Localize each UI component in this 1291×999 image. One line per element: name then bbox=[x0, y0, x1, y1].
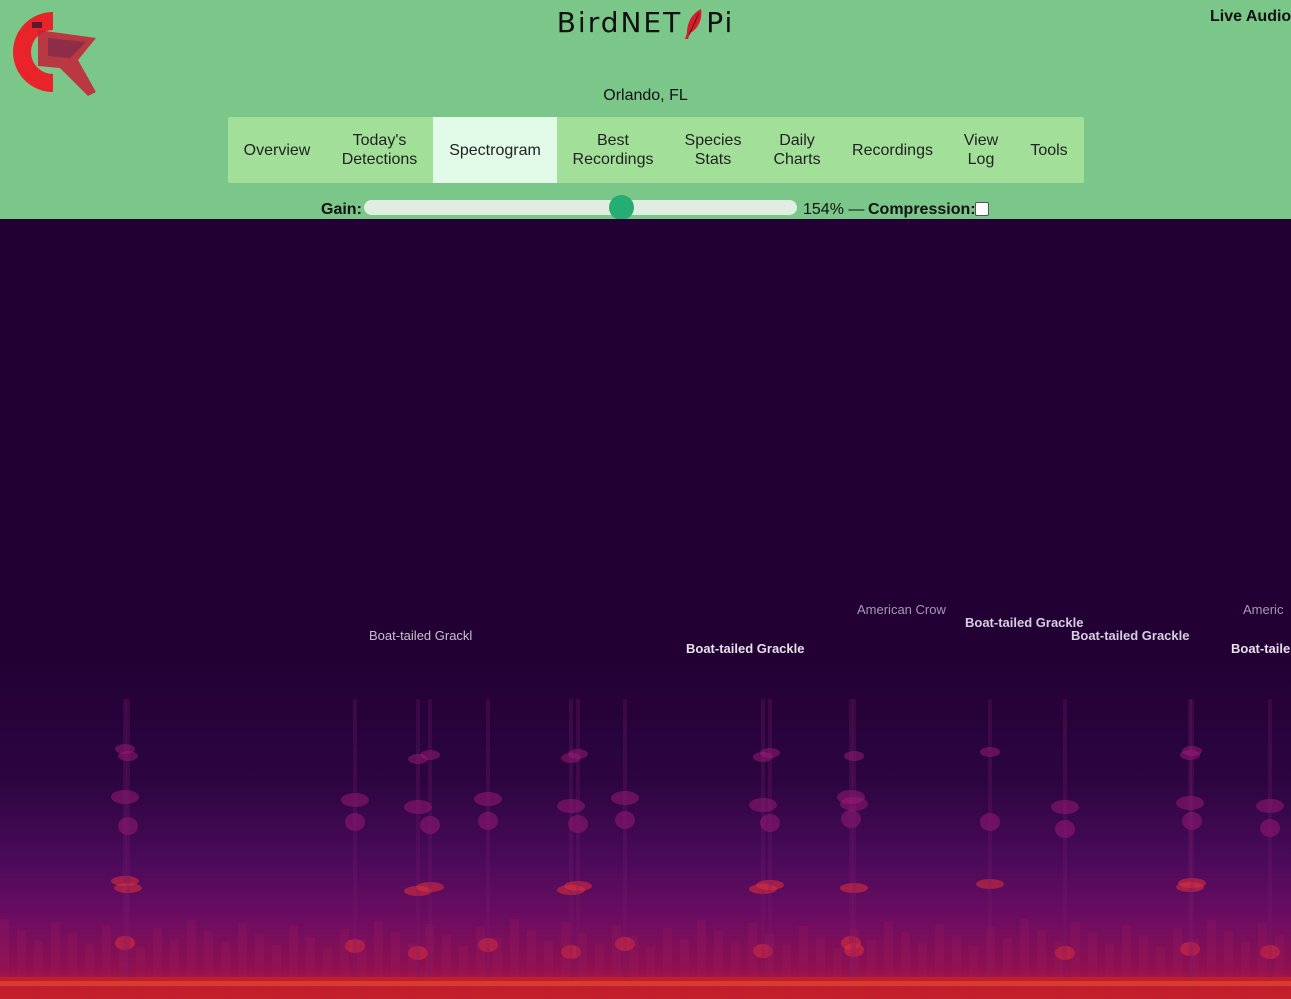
nav-item-label: Daily bbox=[779, 132, 815, 149]
main-nav: Overview Today's Detections Spectrogram Best… bbox=[228, 117, 1084, 183]
detection-label: Boat-tailed Grackle bbox=[1071, 628, 1190, 643]
nav-item-label: Detections bbox=[341, 151, 418, 168]
gain-value: 154% — bbox=[803, 201, 865, 218]
compression-label: Compression: bbox=[868, 201, 976, 218]
nav-item-6[interactable]: Recordings bbox=[837, 117, 948, 183]
header: BirdNET Pi Live Audio Orlando, FL Overvie… bbox=[0, 0, 1291, 220]
detection-label: Boat-tailed Grackl bbox=[369, 628, 473, 643]
nav-item-0[interactable]: Overview bbox=[228, 117, 326, 183]
nav-item-1[interactable]: Today's Detections bbox=[326, 117, 433, 183]
nav-item-4[interactable]: Species Stats bbox=[669, 117, 757, 183]
nav-item-8[interactable]: Tools bbox=[1014, 117, 1084, 183]
nav-item-5[interactable]: Daily Charts bbox=[757, 117, 837, 183]
gain-slider[interactable] bbox=[364, 195, 797, 220]
app-title: BirdNET Pi bbox=[0, 6, 1291, 40]
detection-label: Boat-taile bbox=[1231, 641, 1291, 656]
gain-slider-thumb[interactable] bbox=[608, 195, 634, 220]
nav-item-label: Spectrogram bbox=[449, 141, 541, 159]
gain-label: Gain: bbox=[321, 201, 362, 218]
app-title-right: Pi bbox=[706, 6, 735, 39]
feather-icon bbox=[685, 9, 702, 39]
nav-item-label: Charts bbox=[773, 151, 821, 168]
live-audio-link[interactable]: Live Audio bbox=[1210, 8, 1291, 26]
detection-label: Americ bbox=[1243, 602, 1284, 617]
nav-item-label: Recordings bbox=[852, 141, 933, 159]
birdnet-app: BirdNET Pi Live Audio Orlando, FL Overvie… bbox=[0, 0, 1291, 999]
nav-item-label: View bbox=[963, 132, 999, 149]
nav-item-label: Tools bbox=[1030, 141, 1068, 159]
gain-controls: Gain: 154% — Compression: bbox=[0, 195, 1291, 220]
nav-item-label: Overview bbox=[243, 141, 311, 159]
nav-item-label: Today's bbox=[352, 132, 407, 149]
compression-checkbox[interactable] bbox=[975, 202, 989, 216]
spectrogram-canvas: Boat-tailed Grackl Boat-tailed Grackle Ame… bbox=[0, 219, 1291, 999]
nav-item-2[interactable]: Spectrogram bbox=[433, 117, 557, 183]
nav-item-label: Best bbox=[596, 132, 629, 149]
detection-label: Boat-tailed Grackle bbox=[686, 641, 805, 656]
location-label: Orlando, FL bbox=[603, 87, 688, 104]
nav-item-7[interactable]: View Log bbox=[948, 117, 1014, 183]
nav-item-3[interactable]: Best Recordings bbox=[557, 117, 669, 183]
nav-item-label: Species bbox=[684, 132, 742, 149]
app-title-left: BirdNET bbox=[556, 6, 683, 39]
spectrogram-image bbox=[0, 219, 1291, 999]
detection-label: Boat-tailed Grackle bbox=[965, 615, 1084, 630]
nav-item-label: Stats bbox=[694, 151, 732, 168]
detection-label: American Crow bbox=[857, 602, 946, 617]
nav-item-label: Log bbox=[967, 151, 995, 168]
nav-item-label: Recordings bbox=[572, 151, 654, 168]
